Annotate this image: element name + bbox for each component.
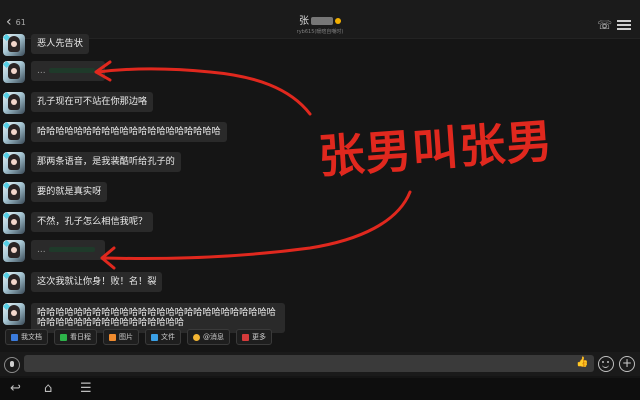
- redacted-content: [48, 247, 95, 252]
- message-bubble[interactable]: 那两条语音，是我装酷听给孔子的: [31, 152, 181, 172]
- image-icon: [109, 333, 116, 341]
- more-icon: [242, 333, 249, 341]
- message-bubble[interactable]: ...: [31, 61, 105, 81]
- vip-badge-icon: [335, 18, 341, 24]
- back-nav-icon[interactable]: ↩: [10, 381, 21, 396]
- message-bubble[interactable]: 孔子现在可不站在你那边咯: [31, 92, 154, 112]
- unread-count: 61: [15, 17, 26, 27]
- system-navigation-bar: ↩ ⌂ ☰: [0, 378, 640, 400]
- message-bubble[interactable]: 恶人先告状: [31, 34, 89, 54]
- message-bubble[interactable]: 这次我就让你身！败！名！裂: [31, 272, 163, 292]
- image-button[interactable]: 图片: [103, 329, 139, 345]
- my-documents-button[interactable]: 我文档: [5, 329, 48, 345]
- blurred-name: [311, 17, 333, 25]
- chat-title-text: 张: [299, 16, 309, 27]
- document-icon: [11, 333, 18, 341]
- chevron-left-icon: ‹: [6, 14, 12, 30]
- file-icon: [151, 333, 158, 341]
- quick-actions-bar: 我文档 看日程 图片 文件 @消息 更多: [0, 329, 640, 349]
- chat-subtitle: ryb615(暖暄自嘲时): [296, 29, 344, 35]
- message-input[interactable]: [24, 355, 594, 372]
- avatar[interactable]: [3, 34, 25, 56]
- mention-button[interactable]: @消息: [187, 329, 230, 345]
- home-nav-icon[interactable]: ⌂: [44, 381, 52, 396]
- add-icon[interactable]: +: [619, 356, 635, 372]
- emoji-icon[interactable]: [598, 356, 614, 372]
- phone-call-icon[interactable]: ☏: [597, 18, 612, 32]
- handwritten-annotation: 张男叫张男: [316, 113, 555, 184]
- avatar[interactable]: [3, 92, 25, 114]
- file-button[interactable]: 文件: [145, 329, 181, 345]
- message-bubble[interactable]: 哈哈哈哈哈哈哈哈哈哈哈哈哈哈哈哈哈哈哈哈: [31, 122, 227, 142]
- avatar[interactable]: [3, 240, 25, 262]
- at-icon: [193, 333, 200, 341]
- input-bar: 👍 +: [0, 352, 640, 376]
- menu-icon[interactable]: [617, 20, 631, 30]
- voice-input-icon[interactable]: [4, 357, 20, 373]
- chat-title: 张: [260, 16, 380, 28]
- thumbs-up-icon[interactable]: 👍: [576, 357, 588, 368]
- back-button[interactable]: ‹ 61: [6, 14, 46, 30]
- schedule-button[interactable]: 看日程: [54, 329, 97, 345]
- avatar[interactable]: [3, 152, 25, 174]
- chat-header: ‹ 61 张 ryb615(暖暄自嘲时) ☏: [0, 0, 640, 39]
- avatar[interactable]: [3, 61, 25, 83]
- avatar[interactable]: [3, 272, 25, 294]
- message-bubble[interactable]: 不然，孔子怎么相信我呢？: [31, 212, 154, 232]
- message-bubble[interactable]: ...: [31, 240, 105, 260]
- recent-apps-icon[interactable]: ☰: [80, 381, 92, 396]
- avatar[interactable]: [3, 122, 25, 144]
- avatar[interactable]: [3, 212, 25, 234]
- chat-title-block: 张 ryb615(暖暄自嘲时): [260, 16, 380, 36]
- calendar-icon: [60, 333, 67, 341]
- message-bubble[interactable]: 要的就是真实呀: [31, 182, 108, 202]
- avatar[interactable]: [3, 182, 25, 204]
- redacted-content: [48, 68, 95, 73]
- avatar[interactable]: [3, 303, 25, 325]
- more-button[interactable]: 更多: [236, 329, 272, 345]
